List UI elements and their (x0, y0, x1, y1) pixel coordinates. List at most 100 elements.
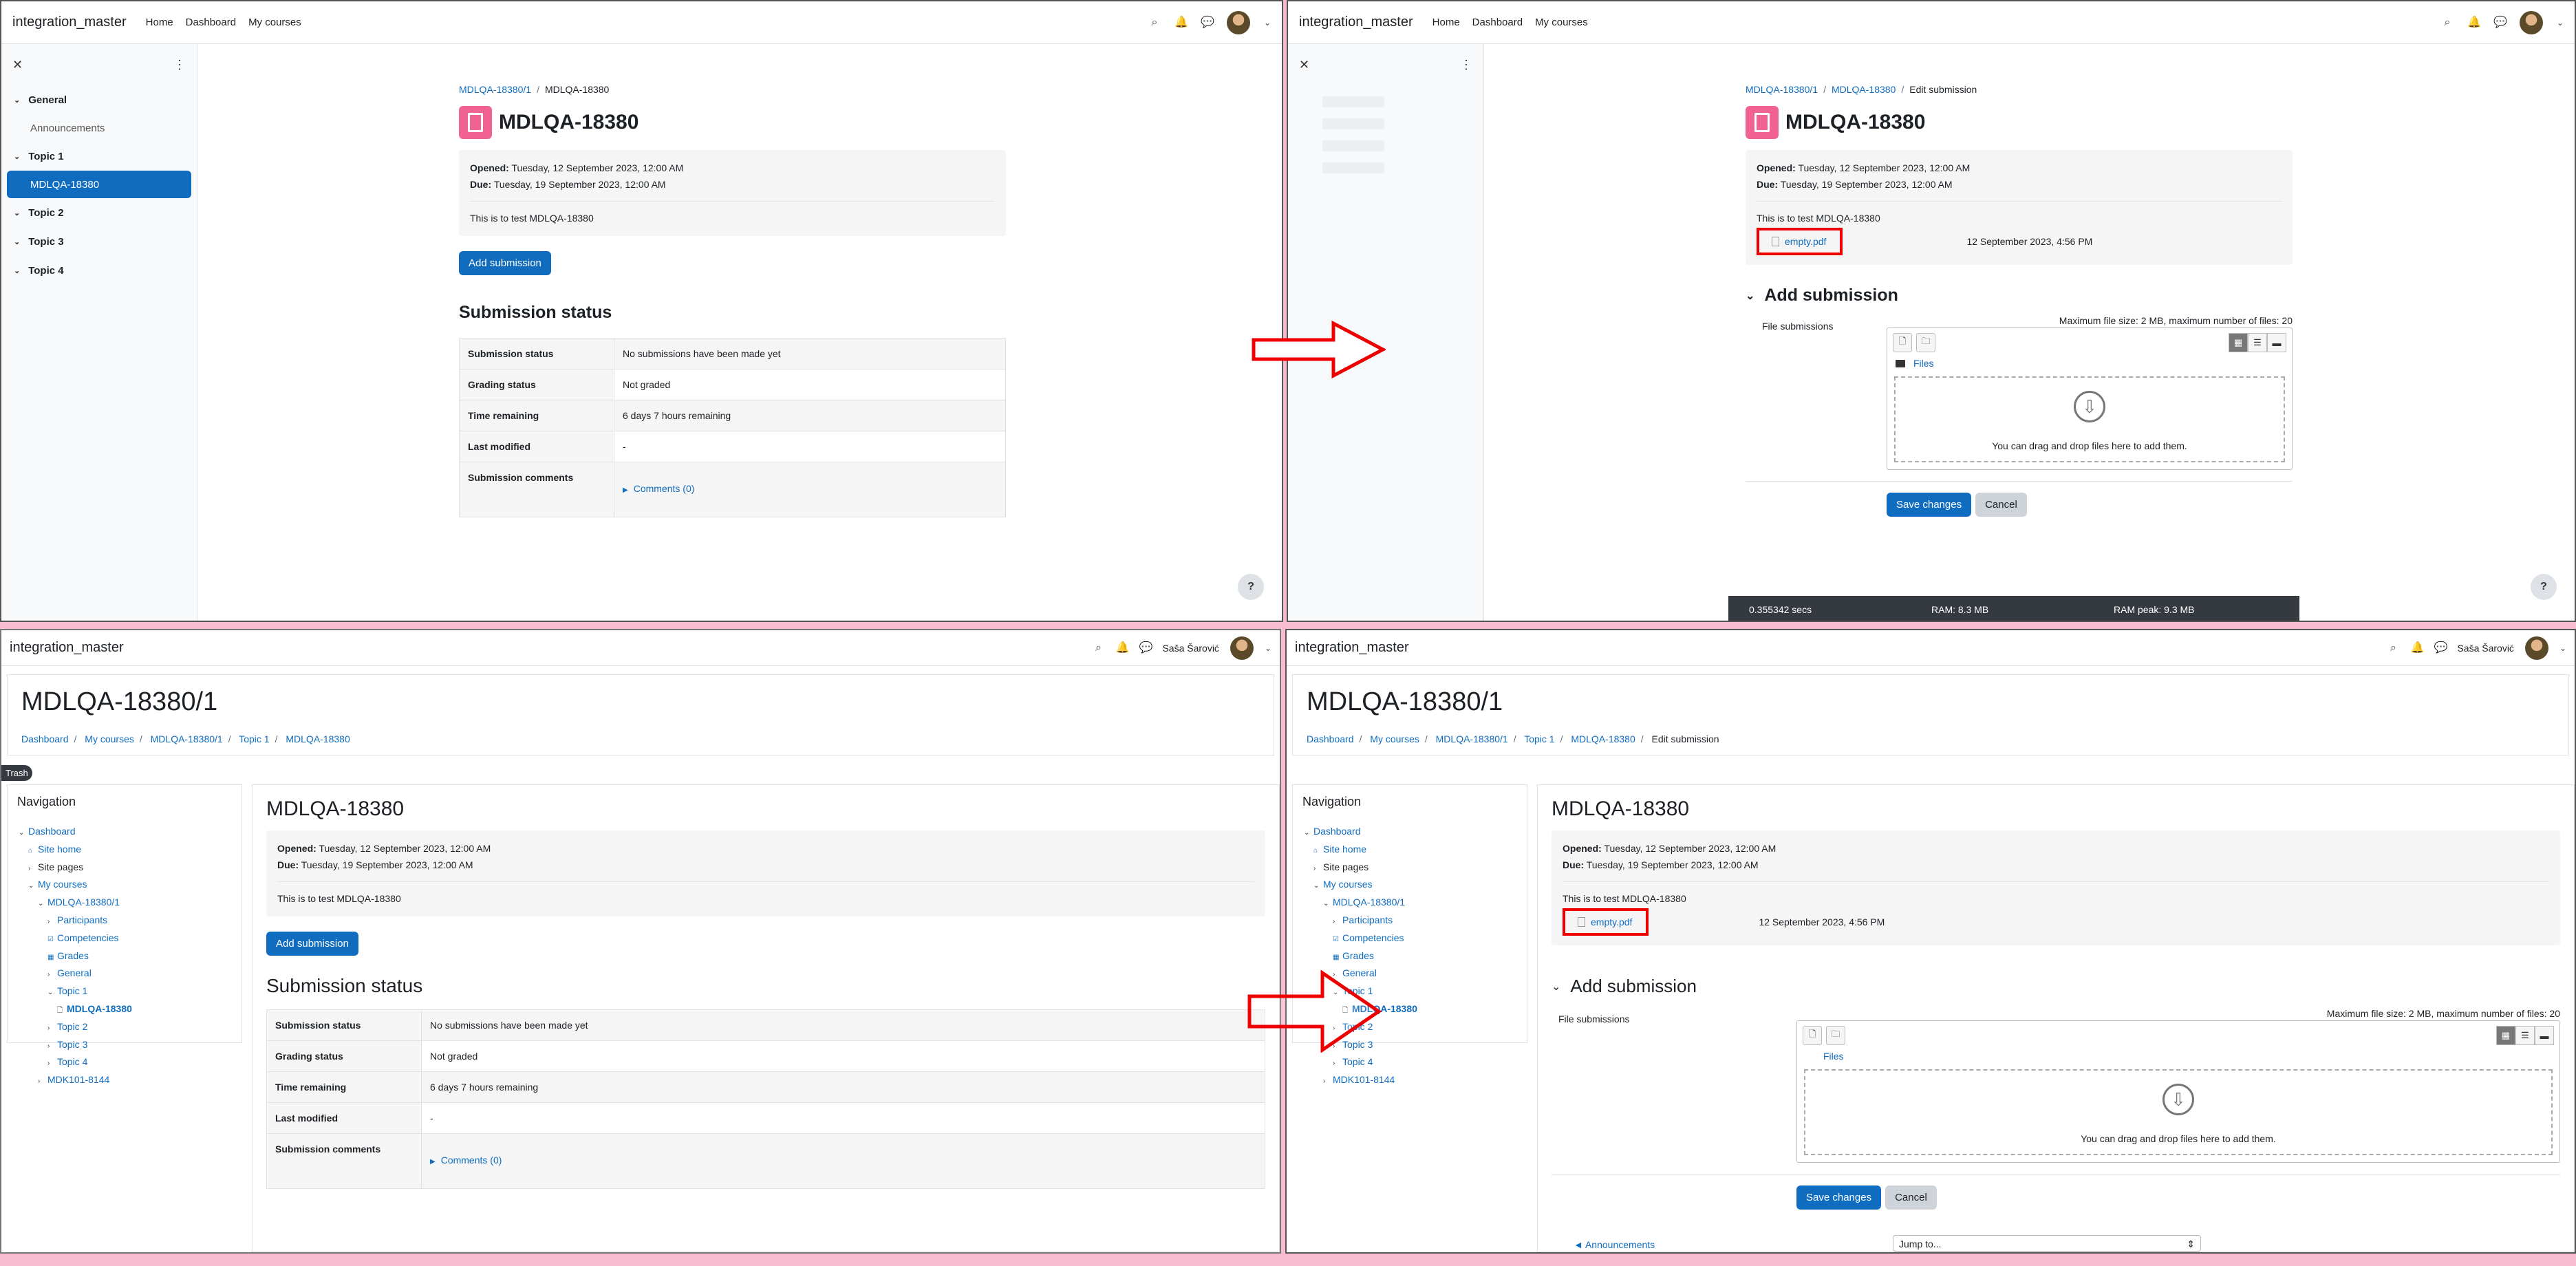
bell-icon[interactable]: 🔔 (2467, 17, 2481, 29)
tree-topic-1[interactable]: Topic 1 (57, 985, 87, 996)
drawer-item-announcements[interactable]: Announcements (1, 114, 197, 142)
message-icon[interactable]: 💬 (1139, 642, 1152, 654)
tree-grades[interactable]: Grades (57, 950, 89, 961)
section-topic-4[interactable]: ⌄ Topic 4 (1, 256, 197, 285)
message-icon[interactable]: 💬 (2434, 642, 2447, 654)
jump-to-select[interactable]: Jump to... ⇕ (1893, 1235, 2201, 1252)
tree-site-home[interactable]: Site home (1323, 844, 1366, 855)
breadcrumb-activity[interactable]: MDLQA-18380 (1571, 733, 1635, 744)
tree-other-course[interactable]: MDK101-8144 (47, 1074, 109, 1085)
nav-dashboard[interactable]: Dashboard (1472, 17, 1523, 28)
breadcrumb-course[interactable]: MDLQA-18380/1 (1746, 84, 1818, 95)
close-icon[interactable]: ✕ (1299, 58, 1309, 72)
add-file-icon[interactable]: 🗋 (1893, 333, 1912, 352)
bell-icon[interactable]: 🔔 (1115, 642, 1129, 654)
avatar[interactable] (1230, 636, 1254, 660)
tree-dashboard[interactable]: Dashboard (28, 826, 76, 837)
tree-course[interactable]: MDLQA-18380/1 (47, 897, 120, 908)
chevron-down-icon[interactable]: ⌄ (1265, 643, 1271, 653)
view-details-icon[interactable]: ☰ (2515, 1026, 2535, 1045)
tree-general[interactable]: General (57, 967, 92, 978)
bell-icon[interactable]: 🔔 (1174, 17, 1188, 29)
view-icons-icon[interactable]: ▦ (2229, 333, 2248, 352)
tree-my-courses[interactable]: My courses (38, 879, 87, 890)
create-folder-icon[interactable]: 🗀 (1916, 333, 1935, 352)
tree-dashboard[interactable]: Dashboard (1313, 826, 1361, 837)
close-icon[interactable]: ✕ (12, 58, 23, 72)
bell-icon[interactable]: 🔔 (2410, 642, 2424, 654)
tree-topic-3[interactable]: Topic 3 (57, 1039, 87, 1050)
breadcrumb-activity[interactable]: MDLQA-18380 (286, 733, 350, 744)
breadcrumb-dashboard[interactable]: Dashboard (1307, 733, 1354, 744)
attachment-link[interactable]: empty.pdf (1591, 914, 1632, 930)
nav-my-courses[interactable]: My courses (248, 17, 301, 28)
breadcrumb-course[interactable]: MDLQA-18380/1 (151, 733, 223, 744)
section-topic-3[interactable]: ⌄ Topic 3 (1, 227, 197, 256)
breadcrumb-my-courses[interactable]: My courses (1370, 733, 1419, 744)
message-icon[interactable]: 💬 (2493, 17, 2507, 29)
tree-competencies[interactable]: Competencies (57, 932, 119, 943)
tree-other-course[interactable]: MDK101-8144 (1333, 1074, 1395, 1085)
create-folder-icon[interactable]: 🗀 (1826, 1026, 1845, 1045)
help-button[interactable]: ? (2531, 574, 2557, 600)
cancel-button[interactable]: Cancel (1885, 1185, 1937, 1210)
section-topic-1[interactable]: ⌄ Topic 1 (1, 142, 197, 171)
view-icons-icon[interactable]: ▦ (2496, 1026, 2515, 1045)
tree-participants[interactable]: Participants (57, 914, 107, 925)
tree-site-home[interactable]: Site home (38, 844, 81, 855)
nav-my-courses[interactable]: My courses (1535, 17, 1588, 28)
view-details-icon[interactable]: ☰ (2248, 333, 2267, 352)
site-brand[interactable]: integration_master (1295, 640, 1409, 656)
search-icon[interactable]: ⌕ (2441, 17, 2454, 29)
add-submission-button[interactable]: Add submission (459, 251, 551, 275)
breadcrumb-course[interactable]: MDLQA-18380/1 (1436, 733, 1508, 744)
nav-home[interactable]: Home (146, 17, 173, 28)
tree-site-pages[interactable]: Site pages (38, 861, 83, 872)
chevron-down-icon[interactable]: ⌄ (2559, 643, 2566, 653)
drawer-item-activity[interactable]: MDLQA-18380 (7, 171, 191, 198)
chevron-down-icon[interactable]: ⌄ (1264, 18, 1271, 28)
site-brand[interactable]: integration_master (10, 640, 124, 656)
tree-site-pages[interactable]: Site pages (1323, 861, 1368, 872)
comments-link[interactable]: Comments (0) (634, 483, 695, 494)
attachment-link[interactable]: empty.pdf (1785, 233, 1826, 250)
add-submission-button[interactable]: Add submission (266, 932, 358, 956)
tree-activity-current[interactable]: MDLQA-18380 (67, 1003, 132, 1014)
avatar[interactable] (1226, 10, 1250, 34)
cancel-button[interactable]: Cancel (1975, 493, 2027, 517)
user-name[interactable]: Saša Šarović (2457, 643, 2513, 654)
section-topic-2[interactable]: ⌄ Topic 2 (1, 198, 197, 227)
avatar[interactable] (2519, 10, 2543, 34)
tree-participants[interactable]: Participants (1342, 914, 1393, 925)
site-brand[interactable]: integration_master (1299, 14, 1413, 30)
comments-link[interactable]: Comments (0) (441, 1155, 502, 1166)
add-file-icon[interactable]: 🗋 (1803, 1026, 1822, 1045)
tree-my-courses[interactable]: My courses (1323, 879, 1373, 890)
search-icon[interactable]: ⌕ (2387, 642, 2399, 654)
breadcrumb-topic[interactable]: Topic 1 (239, 733, 269, 744)
add-submission-section-header[interactable]: ⌄ Add submission (1552, 976, 2560, 997)
breadcrumb-course[interactable]: MDLQA-18380/1 (459, 84, 531, 95)
files-path-link[interactable]: Files (1823, 1051, 1844, 1062)
save-changes-button[interactable]: Save changes (1796, 1185, 1882, 1210)
tree-competencies[interactable]: Competencies (1342, 932, 1404, 943)
section-general[interactable]: ⌄ General (1, 85, 197, 114)
breadcrumb-topic[interactable]: Topic 1 (1524, 733, 1554, 744)
help-button[interactable]: ? (1238, 574, 1264, 600)
tree-topic-4[interactable]: Topic 4 (1342, 1056, 1373, 1067)
tree-topic-4[interactable]: Topic 4 (57, 1056, 87, 1067)
nav-home[interactable]: Home (1432, 17, 1460, 28)
search-icon[interactable]: ⌕ (1148, 17, 1161, 29)
tree-grades[interactable]: Grades (1342, 950, 1374, 961)
breadcrumb-dashboard[interactable]: Dashboard (21, 733, 69, 744)
file-drop-zone[interactable]: ⇩ You can drag and drop files here to ad… (1804, 1069, 2553, 1155)
tree-topic-2[interactable]: Topic 2 (57, 1021, 87, 1032)
user-name[interactable]: Saša Šarović (1162, 643, 1219, 654)
nav-dashboard[interactable]: Dashboard (186, 17, 236, 28)
kebab-menu-icon[interactable]: ⋮ (173, 58, 186, 72)
view-tree-icon[interactable]: ▬ (2267, 333, 2286, 352)
view-tree-icon[interactable]: ▬ (2535, 1026, 2554, 1045)
announcements-link[interactable]: ◄ Announcements (1574, 1239, 1655, 1250)
save-changes-button[interactable]: Save changes (1887, 493, 1972, 517)
avatar[interactable] (2524, 636, 2548, 660)
